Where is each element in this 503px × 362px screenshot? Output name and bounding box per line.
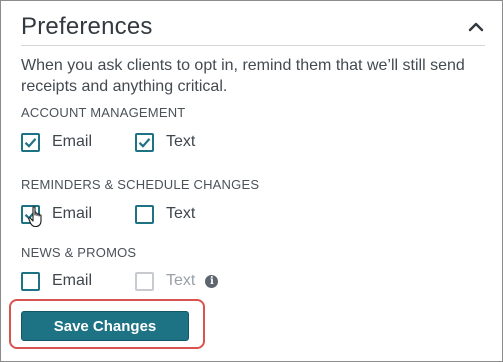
account-management-email-checkbox[interactable] bbox=[21, 132, 40, 152]
reminders-text-checkbox[interactable] bbox=[135, 204, 154, 224]
news-promos-text-checkbox bbox=[135, 271, 154, 291]
news-promos-email-checkbox[interactable] bbox=[21, 271, 40, 291]
news-promos-text-option: Text i bbox=[135, 271, 219, 291]
section-label-news-promos: NEWS & PROMOS bbox=[21, 245, 137, 260]
account-management-text-option[interactable]: Text bbox=[135, 132, 195, 152]
info-icon[interactable]: i bbox=[205, 274, 219, 288]
news-promos-email-label: Email bbox=[52, 272, 93, 289]
reminders-text-label: Text bbox=[166, 205, 196, 222]
header-divider bbox=[21, 45, 485, 46]
save-changes-button[interactable]: Save Changes bbox=[21, 311, 189, 341]
account-management-email-option[interactable]: Email bbox=[21, 132, 92, 152]
preferences-panel: Preferences When you ask clients to opt … bbox=[0, 0, 503, 362]
chevron-up-icon[interactable] bbox=[466, 17, 486, 37]
reminders-email-option[interactable]: Email bbox=[21, 204, 92, 224]
reminders-email-label: Email bbox=[52, 205, 93, 222]
panel-title: Preferences bbox=[21, 13, 153, 40]
account-management-text-checkbox[interactable] bbox=[135, 132, 154, 152]
checkmark-icon bbox=[138, 137, 151, 148]
news-promos-email-option[interactable]: Email bbox=[21, 271, 92, 291]
section-label-account-management: ACCOUNT MANAGEMENT bbox=[21, 105, 186, 120]
account-management-email-label: Email bbox=[52, 133, 93, 150]
reminders-text-option[interactable]: Text bbox=[135, 204, 195, 224]
panel-header: Preferences bbox=[21, 11, 502, 43]
news-promos-text-label: Text bbox=[166, 272, 196, 289]
checkmark-icon bbox=[24, 209, 37, 220]
account-management-text-label: Text bbox=[166, 133, 196, 150]
checkmark-icon bbox=[24, 137, 37, 148]
reminders-email-checkbox[interactable] bbox=[21, 204, 40, 224]
panel-description: When you ask clients to opt in, remind t… bbox=[21, 57, 465, 95]
section-label-reminders: REMINDERS & SCHEDULE CHANGES bbox=[21, 177, 260, 192]
